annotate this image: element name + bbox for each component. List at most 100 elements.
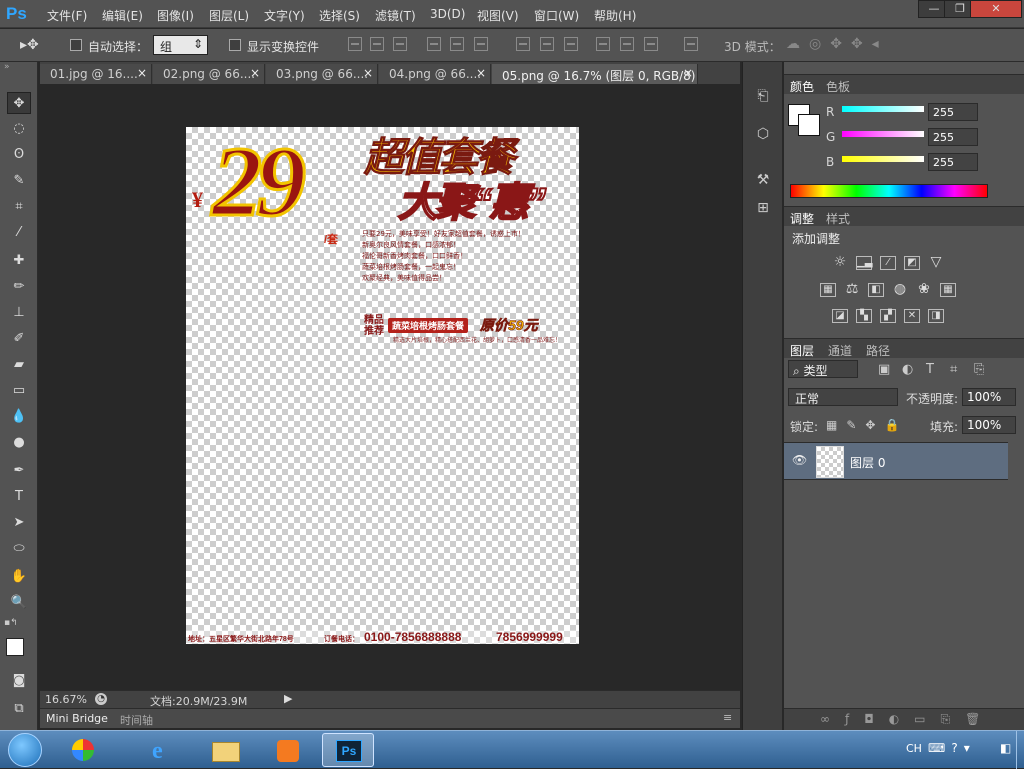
crop-tool-icon[interactable]: ⌗ [7,196,31,218]
close-icon[interactable]: × [476,66,486,80]
tab-styles[interactable]: 样式 [826,210,850,227]
fill-field[interactable]: 100% [962,416,1016,434]
shape-tool-icon[interactable]: ⬭ [7,538,31,560]
type-tool-icon[interactable]: T [7,486,31,508]
color-lookup-icon[interactable]: ▦ [940,283,956,297]
close-icon[interactable]: × [250,66,260,80]
lasso-tool-icon[interactable]: ʘ [7,144,31,166]
channel-r-slider[interactable] [842,106,924,112]
align-right-icon[interactable] [474,37,488,51]
path-select-tool-icon[interactable]: ➤ [7,512,31,534]
auto-select-dropdown[interactable]: 组 ⇕ [153,35,208,55]
distribute-bottom-icon[interactable] [564,37,578,51]
selective-color-icon[interactable]: ◨ [928,309,944,323]
tab-timeline[interactable]: 时间轴 [120,712,153,728]
tab-layers[interactable]: 图层 [790,342,814,359]
show-transform-checkbox[interactable] [229,39,241,51]
tab-channels[interactable]: 通道 [828,342,852,359]
layer-name[interactable]: 图层 0 [850,454,885,471]
channel-r-value[interactable]: 255 [928,103,978,121]
foreground-color-swatch[interactable] [6,638,24,656]
blur-tool-icon[interactable]: 💧 [7,406,31,428]
dodge-tool-icon[interactable]: ● [7,432,31,454]
hand-tool-icon[interactable]: ✋ [7,566,31,588]
brush-tool-icon[interactable]: ✏ [7,276,31,298]
channel-b-slider[interactable] [842,156,924,162]
type-filter-icon[interactable]: T [926,362,934,377]
gradient-map-icon[interactable]: ✕ [904,309,920,323]
pixel-filter-icon[interactable]: ▣ [878,362,890,377]
distribute-vcenter-icon[interactable] [540,37,554,51]
menu-file[interactable]: 文件(F) [47,7,87,24]
visibility-eye-icon[interactable]: 👁 [792,453,807,467]
network-icon[interactable]: ◧ [1000,741,1011,755]
status-menu-icon[interactable]: ▶ [284,692,292,705]
auto-select-checkbox[interactable] [70,39,82,51]
menu-filter[interactable]: 滤镜(T) [375,7,416,24]
color-ramp[interactable] [790,184,988,198]
align-top-icon[interactable] [348,37,362,51]
color-background-swatch[interactable] [798,114,820,136]
distribute-left-icon[interactable] [596,37,610,51]
menu-view[interactable]: 视图(V) [477,7,519,24]
tab-02[interactable]: 02.png @ 66.... × [153,64,265,84]
curves-icon[interactable]: ⁄ [880,256,896,270]
start-button[interactable] [8,733,42,767]
screen-mode-icon[interactable]: ⧉ [7,698,31,720]
tray-icons[interactable]: ⌨?▾ [928,741,976,755]
close-icon[interactable]: × [363,66,373,80]
explorer-folder-icon[interactable] [200,733,252,767]
align-bottom-icon[interactable] [393,37,407,51]
move-tool-icon[interactable]: ▸✥ [20,37,39,53]
smart-filter-icon[interactable]: ⎘ [974,362,984,377]
gradient-tool-icon[interactable]: ▭ [7,380,31,402]
history-icon[interactable]: ⎗ [752,88,774,108]
3d-mode-icons[interactable]: ☁◎✥✥◂ [786,36,888,52]
close-icon[interactable]: × [137,66,147,80]
threshold-icon[interactable]: ▞ [880,309,896,323]
auto-align-icon[interactable] [684,37,698,51]
eyedropper-tool-icon[interactable]: ⁄ [7,222,31,244]
align-hcenter-icon[interactable] [450,37,464,51]
photo-filter-icon[interactable]: ◍ [892,282,908,297]
quick-select-tool-icon[interactable]: ✎ [7,170,31,192]
menu-select[interactable]: 选择(S) [319,7,360,24]
language-indicator[interactable]: CH [906,742,922,755]
align-left-icon[interactable] [427,37,441,51]
photoshop-taskbar-icon[interactable]: Ps [322,733,374,767]
distribute-right-icon[interactable] [644,37,658,51]
distribute-hcenter-icon[interactable] [620,37,634,51]
tab-paths[interactable]: 路径 [866,342,890,359]
levels-icon[interactable]: ▁▃ [856,256,872,270]
menu-layer[interactable]: 图层(L) [209,7,249,24]
tab-01[interactable]: 01.jpg @ 16.... × [40,64,152,84]
vibrance-icon[interactable]: ▽ [928,255,944,270]
tool-presets-icon[interactable]: ⚒ [752,172,774,192]
tab-mini-bridge[interactable]: Mini Bridge [46,712,108,725]
taskbar-app-icon[interactable] [58,733,110,767]
brightness-icon[interactable]: ☼ [832,255,848,270]
channel-g-value[interactable]: 255 [928,128,978,146]
exposure-icon[interactable]: ◩ [904,256,920,270]
properties-icon[interactable]: ⊞ [752,200,774,220]
3d-panel-icon[interactable]: ⬡ [752,126,774,146]
layer-action-icons[interactable]: ∞ƒ◘◐▭⎘🗑 [820,712,995,727]
collapse-icon[interactable]: » [4,62,10,72]
ie-icon[interactable]: e [138,733,190,767]
lock-icons[interactable]: ▦✎✥🔒 [826,418,908,432]
channel-g-slider[interactable] [842,131,924,137]
menu-3d[interactable]: 3D(D) [430,7,465,21]
quick-mask-icon[interactable]: ◙ [7,670,31,692]
black-white-icon[interactable]: ◧ [868,283,884,297]
blend-mode-dropdown[interactable]: 正常 [788,388,898,406]
tab-adjustments[interactable]: 调整 [790,210,814,227]
zoom-tool-icon[interactable]: 🔍 [7,592,31,614]
clone-stamp-tool-icon[interactable]: ⊥ [7,302,31,324]
channel-b-value[interactable]: 255 [928,153,978,171]
status-info-icon[interactable]: ◔ [95,693,107,705]
menu-help[interactable]: 帮助(H) [594,7,636,24]
zoom-level[interactable]: 16.67% [45,693,87,706]
invert-icon[interactable]: ◪ [832,309,848,323]
close-button[interactable]: ✕ [970,0,1022,18]
history-brush-tool-icon[interactable]: ✐ [7,328,31,350]
